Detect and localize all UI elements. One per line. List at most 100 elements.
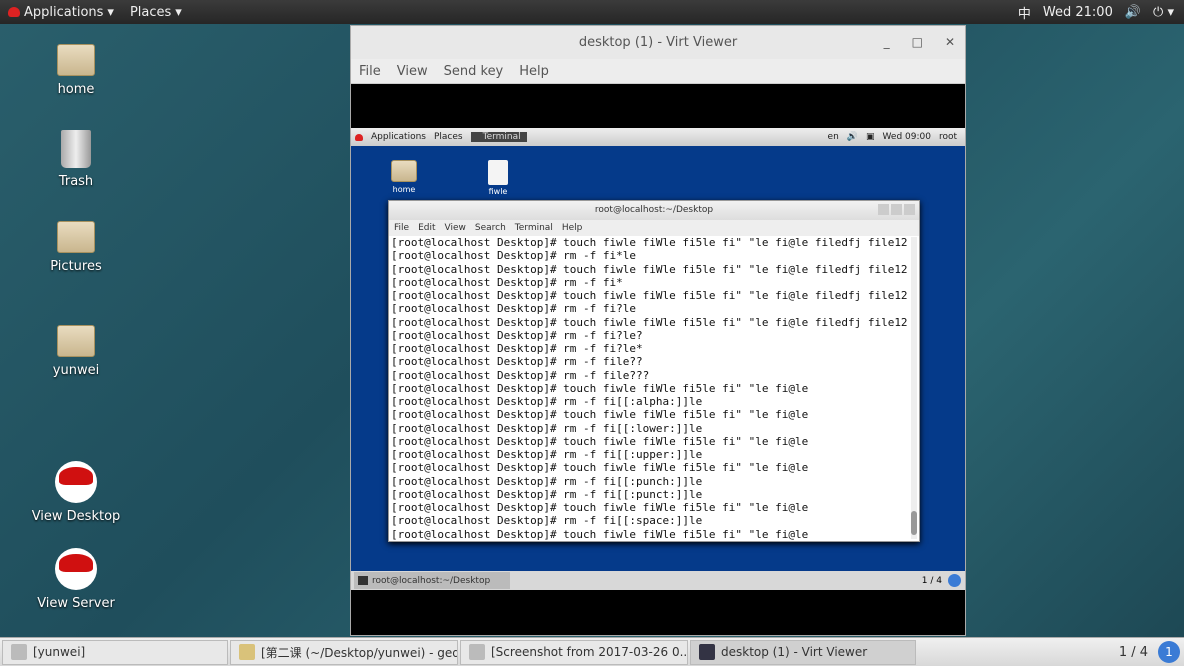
- desktop-icon-pictures[interactable]: Pictures: [26, 221, 126, 274]
- menu-edit[interactable]: Edit: [418, 223, 435, 233]
- notification-icon[interactable]: 1: [1158, 641, 1180, 663]
- redhat-icon: [8, 7, 20, 17]
- top-panel: Applications ▾ Places ▾ 中 Wed 21:00 🔊 ⏻ …: [0, 0, 1184, 24]
- task-gedit[interactable]: [第二课 (~/Desktop/yunwei) - ged...: [230, 639, 458, 665]
- terminal-line: [root@localhost Desktop]# rm -f fi[[:low…: [391, 421, 703, 435]
- menu-help[interactable]: Help: [562, 223, 583, 233]
- applications-menu[interactable]: Applications ▾: [0, 5, 122, 20]
- redhat-icon: [55, 548, 97, 590]
- terminal-line: [root@localhost Desktop]# touch fiwle fi…: [391, 262, 908, 276]
- terminal-line: [root@localhost Desktop]# rm -f fi*le: [391, 249, 637, 263]
- guest-icon-home[interactable]: home: [379, 160, 429, 194]
- desktop-icon-trash[interactable]: Trash: [26, 130, 126, 189]
- folder-icon: [57, 221, 95, 253]
- redhat-icon: [355, 133, 363, 141]
- menu-view[interactable]: View: [445, 223, 466, 233]
- power-icon[interactable]: ⏻ ▾: [1153, 5, 1174, 20]
- menu-terminal[interactable]: Terminal: [515, 223, 553, 233]
- clock[interactable]: Wed 21:00: [1043, 5, 1113, 20]
- terminal-line: [root@localhost Desktop]# touch fiwle fi…: [391, 236, 908, 249]
- icon-label: Trash: [58, 174, 94, 189]
- terminal-line: [root@localhost Desktop]# rm -f fi[[:pun…: [391, 474, 703, 488]
- terminal-line: [root@localhost Desktop]# rm -f fi[[:alp…: [391, 395, 703, 408]
- minimize-button[interactable]: [878, 204, 889, 215]
- scrollbar-thumb[interactable]: [911, 511, 917, 535]
- terminal-line: [root@localhost Desktop]# touch fiwle fi…: [391, 461, 809, 475]
- menu-send-key[interactable]: Send key: [444, 64, 504, 79]
- terminal-line: [root@localhost Desktop]# rm -f fi[[:pun…: [391, 487, 703, 501]
- trash-icon: [61, 130, 91, 168]
- terminal-icon: [358, 576, 368, 585]
- terminal-titlebar[interactable]: root@localhost:~/Desktop: [389, 201, 919, 220]
- folder-icon: [57, 44, 95, 76]
- menu-search[interactable]: Search: [475, 223, 506, 233]
- close-button[interactable]: ✕: [945, 35, 955, 49]
- guest-places[interactable]: Places: [434, 132, 463, 142]
- window-titlebar[interactable]: desktop (1) - Virt Viewer _ □ ✕: [351, 26, 965, 59]
- scrollbar[interactable]: [911, 237, 917, 539]
- terminal-output[interactable]: [root@localhost Desktop]# touch fiwle fi…: [389, 236, 919, 541]
- menu-file[interactable]: File: [359, 64, 381, 79]
- network-icon[interactable]: ▣: [866, 132, 875, 142]
- folder-icon: [391, 160, 417, 182]
- desktop-icon-view-server[interactable]: View Server: [26, 548, 126, 611]
- terminal-line: [root@localhost Desktop]# touch fiwle fi…: [391, 315, 908, 329]
- maximize-button[interactable]: [891, 204, 902, 215]
- guest-task-terminal[interactable]: root@localhost:~/Desktop: [354, 572, 510, 589]
- image-viewer-icon: [469, 644, 485, 660]
- guest-workspace[interactable]: 1 / 4: [922, 576, 942, 586]
- terminal-window: root@localhost:~/Desktop File Edit View …: [388, 200, 920, 542]
- guest-top-panel: Applications Places Terminal en 🔊 ▣ Wed …: [351, 128, 965, 146]
- task-label: desktop (1) - Virt Viewer: [721, 645, 868, 659]
- redhat-icon: [55, 461, 97, 503]
- file-icon: [488, 160, 508, 185]
- places-label: Places: [129, 4, 172, 20]
- maximize-button[interactable]: □: [912, 35, 923, 49]
- icon-label: home: [57, 82, 95, 97]
- terminal-line: [root@localhost Desktop]# rm -f fi?le*: [391, 342, 643, 355]
- guest-applications[interactable]: Applications: [371, 132, 426, 142]
- menu-view[interactable]: View: [397, 64, 428, 79]
- icon-label: fiwle: [488, 187, 508, 196]
- guest-task-terminal[interactable]: Terminal: [470, 132, 527, 142]
- task-label: root@localhost:~/Desktop: [372, 575, 491, 586]
- icon-label: Pictures: [50, 259, 102, 274]
- volume-icon[interactable]: 🔊: [847, 132, 858, 142]
- window-icon: [11, 644, 27, 660]
- menu-help[interactable]: Help: [519, 64, 549, 79]
- desktop-icon-yunwei[interactable]: yunwei: [26, 325, 126, 378]
- icon-label: yunwei: [52, 363, 100, 378]
- terminal-line: [root@localhost Desktop]# touch fiwle fi…: [391, 434, 809, 448]
- guest-clock[interactable]: Wed 09:00: [883, 132, 931, 142]
- icon-label: View Server: [37, 596, 115, 611]
- applications-label: Applications: [24, 4, 104, 20]
- task-label: [Screenshot from 2017-03-26 0...: [491, 645, 688, 659]
- guest-lang[interactable]: en: [828, 132, 839, 142]
- task-label: [yunwei]: [33, 645, 86, 659]
- guest-user[interactable]: root: [939, 132, 965, 142]
- window-title: desktop (1) - Virt Viewer: [578, 35, 738, 50]
- close-button[interactable]: [904, 204, 915, 215]
- guest-icon-fiwle[interactable]: fiwle: [473, 160, 523, 196]
- terminal-line: [root@localhost Desktop]# rm -f fi[[:upp…: [391, 448, 703, 461]
- task-screenshot[interactable]: [Screenshot from 2017-03-26 0...: [460, 639, 688, 665]
- terminal-line: [root@localhost Desktop]# rm -f file???: [391, 368, 650, 382]
- icon-label: home: [392, 185, 416, 194]
- virt-viewer-window: desktop (1) - Virt Viewer _ □ ✕ File View …: [350, 25, 966, 636]
- task-yunwei[interactable]: [yunwei]: [2, 639, 228, 665]
- terminal-menubar: File Edit View Search Terminal Help: [389, 220, 919, 236]
- volume-icon[interactable]: 🔊: [1125, 5, 1141, 20]
- terminal-line: [root@localhost Desktop]# touch fiwle fi…: [391, 527, 809, 541]
- workspace-indicator[interactable]: 1 / 4: [1119, 645, 1148, 660]
- input-method[interactable]: 中: [1018, 3, 1031, 22]
- minimize-button[interactable]: _: [884, 35, 890, 49]
- places-menu[interactable]: Places ▾: [122, 5, 190, 20]
- task-virt-viewer[interactable]: desktop (1) - Virt Viewer: [690, 639, 916, 665]
- guest-bottom-panel: root@localhost:~/Desktop 1 / 4: [351, 571, 965, 590]
- desktop-icon-home[interactable]: home: [26, 44, 126, 97]
- desktop-icon-view-desktop[interactable]: View Desktop: [26, 461, 126, 524]
- terminal-line: [root@localhost Desktop]# rm -f fi?le: [391, 302, 637, 316]
- terminal-line: [root@localhost Desktop]# touch fiwle fi…: [391, 289, 908, 302]
- notification-icon[interactable]: [948, 574, 961, 587]
- menu-file[interactable]: File: [394, 223, 409, 233]
